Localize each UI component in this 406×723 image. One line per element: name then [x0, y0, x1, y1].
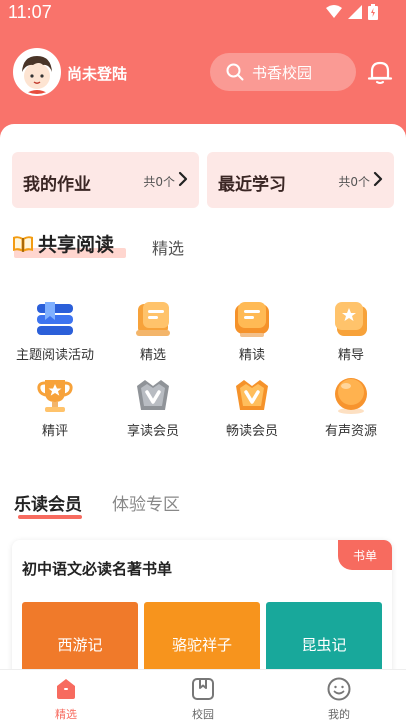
shared-reading-heading: 共享阅读	[12, 230, 126, 258]
nav-featured[interactable]: 精选	[26, 676, 106, 722]
nav-campus[interactable]: 校园	[163, 676, 243, 722]
wifi-icon	[326, 5, 342, 18]
nav-label: 我的	[328, 708, 350, 721]
battery-icon	[368, 4, 378, 20]
scroll-icon	[136, 302, 170, 336]
grid-label: 有声资源	[324, 424, 377, 439]
grid-item-audio-resources[interactable]: 有声资源	[301, 376, 401, 439]
home-icon	[57, 679, 75, 699]
book-list-title: 初中语文必读名著书单	[22, 560, 173, 578]
active-tab-indicator	[18, 515, 82, 519]
status-bar: 11:07	[0, 0, 406, 26]
grid-label: 精评	[41, 424, 68, 439]
chevron-right-icon	[373, 171, 383, 187]
bottom-nav: 精选 校园 我的	[0, 669, 406, 723]
signal-icon	[348, 5, 362, 19]
open-book-icon	[235, 302, 269, 337]
profile-icon	[327, 677, 351, 701]
book-list-badge: 书单	[338, 540, 392, 570]
search-box[interactable]: 书香校园	[210, 53, 356, 91]
guide-star-icon	[335, 302, 367, 336]
search-icon	[226, 63, 244, 81]
recent-study-count: 共0个	[338, 175, 370, 189]
homework-card-title: 我的作业	[23, 175, 91, 195]
search-placeholder: 书香校园	[252, 63, 313, 82]
nav-label: 校园	[192, 708, 214, 721]
homework-count: 共0个	[143, 175, 175, 189]
grid-label: 畅读会员	[225, 424, 278, 439]
open-book-icon	[13, 235, 33, 252]
grid-label: 精读	[238, 348, 265, 363]
recent-study-card[interactable]: 最近学习 共0个	[207, 152, 394, 208]
silver-v-icon	[137, 380, 169, 410]
trophy-icon	[37, 380, 73, 412]
tab-trial-zone[interactable]: 体验专区	[112, 490, 180, 515]
audio-orb-icon	[335, 378, 367, 414]
book-title: 骆驼祥子	[171, 636, 232, 654]
nav-label: 精选	[55, 708, 77, 721]
tab-featured[interactable]: 精选	[152, 235, 184, 259]
recent-study-card-title: 最近学习	[218, 175, 286, 195]
grid-label: 精导	[337, 348, 364, 363]
login-label[interactable]: 尚未登陆	[67, 63, 127, 84]
grid-label: 精选	[139, 348, 166, 363]
grid-label: 主题阅读活动	[15, 348, 94, 363]
status-time: 11:07	[8, 2, 52, 22]
homework-card[interactable]: 我的作业 共0个	[12, 152, 199, 208]
campus-icon	[192, 678, 214, 700]
grid-item-share-member[interactable]: 享读会员	[103, 376, 203, 439]
grid-item-intensive-reading[interactable]: 精读	[202, 300, 302, 363]
grid-label: 享读会员	[126, 424, 179, 439]
grid-item-unlimited-member[interactable]: 畅读会员	[202, 376, 302, 439]
chevron-right-icon	[178, 171, 188, 187]
grid-item-featured[interactable]: 精选	[103, 300, 203, 363]
grid-item-guide[interactable]: 精导	[301, 300, 401, 363]
bookmark-stack-icon	[37, 302, 73, 335]
book-list-card[interactable]: 初中语文必读名著书单 书单 西游记 骆驼祥子 昆虫记	[12, 540, 392, 684]
book-title: 西游记	[57, 636, 103, 654]
grid-item-theme-activity[interactable]: 主题阅读活动	[5, 300, 105, 363]
main-content: 我的作业 共0个 最近学习 共0个 共享阅读 精选 主题阅读活动 精选 精读 精…	[0, 124, 406, 684]
shared-reading-title: 共享阅读	[38, 234, 115, 256]
bell-icon[interactable]	[366, 58, 394, 86]
avatar[interactable]	[13, 48, 61, 96]
nav-profile[interactable]: 我的	[299, 676, 379, 722]
tab-member-reading[interactable]: 乐读会员	[14, 490, 82, 515]
grid-item-review[interactable]: 精评	[5, 376, 105, 439]
gold-v-icon	[236, 380, 268, 410]
book-title: 昆虫记	[301, 636, 347, 654]
status-icons	[326, 4, 378, 20]
